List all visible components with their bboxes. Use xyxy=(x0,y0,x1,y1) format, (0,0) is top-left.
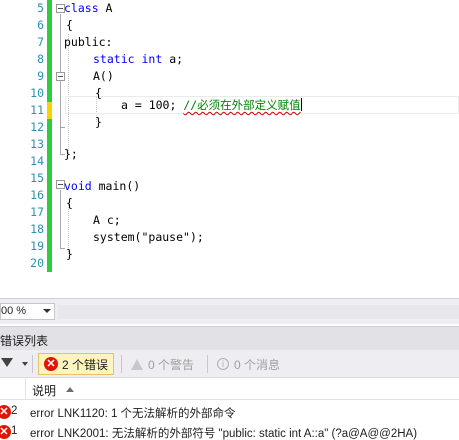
line-number: 9 xyxy=(37,69,44,83)
code-area[interactable]: class A { public: static int a; A() { a … xyxy=(54,0,459,298)
code-line-17: { xyxy=(66,196,73,210)
line-number: 19 xyxy=(30,239,44,253)
line-number: 8 xyxy=(37,52,44,66)
line-number: 11 xyxy=(30,103,44,117)
code-line-7: public: xyxy=(64,35,113,49)
call-end: ); xyxy=(189,230,204,244)
class-name: A xyxy=(98,1,113,15)
toolbar-separator xyxy=(121,355,122,373)
line-number: 14 xyxy=(30,154,44,168)
keyword-static: static xyxy=(93,52,135,66)
unsaved-change-marker xyxy=(47,102,52,119)
zoom-level: 00 % xyxy=(1,305,27,317)
code-line-5: class A xyxy=(64,0,112,17)
error-number: 1 xyxy=(11,425,18,437)
editor-status-row: 00 % xyxy=(0,298,459,324)
line-number: 18 xyxy=(30,222,44,236)
error-description: error LNK2001: 无法解析的外部符号 "public: static… xyxy=(30,428,418,440)
line-number: 6 xyxy=(37,18,44,32)
keyword-void: void xyxy=(64,179,92,193)
sort-ascending-icon xyxy=(66,387,74,392)
line-number: 7 xyxy=(37,35,44,49)
line-number: 13 xyxy=(30,137,44,151)
keyword-class: class xyxy=(64,1,99,15)
line-number: 17 xyxy=(30,205,44,219)
horizontal-scrollbar[interactable] xyxy=(58,305,459,319)
code-line-8: static int a; xyxy=(93,51,183,68)
line-number: 10 xyxy=(30,86,44,100)
error-list-header: 错误列表 xyxy=(0,326,459,350)
code-line-14: }; xyxy=(64,147,78,161)
text-caret xyxy=(300,98,302,111)
code-line-19: system("pause"); xyxy=(93,229,204,246)
column-header-index[interactable] xyxy=(0,378,26,400)
line-number: 20 xyxy=(30,256,44,270)
error-number: 2 xyxy=(11,405,18,417)
error-row[interactable]: ✕ 1 error LNK2001: 无法解析的外部符号 "public: st… xyxy=(0,422,459,440)
function-signature: main() xyxy=(91,179,141,193)
code-line-11: a = 100; //必须在外部定义赋值 xyxy=(121,97,302,114)
toolbar-separator xyxy=(32,355,33,373)
warnings-count-label: 0 个警告 xyxy=(148,357,195,372)
saved-change-marker xyxy=(47,119,52,272)
line-number: 12 xyxy=(30,120,44,134)
code-line-6: { xyxy=(66,18,73,32)
error-description: error LNK1120: 1 个无法解析的外部命令 xyxy=(30,408,236,420)
code-editor[interactable]: 5 6 7 8 9 10 11 12 13 14 15 16 17 18 19 … xyxy=(0,0,459,298)
line-number-gutter: 5 6 7 8 9 10 11 12 13 14 15 16 17 18 19 … xyxy=(10,0,46,298)
line-number: 16 xyxy=(30,188,44,202)
messages-count-label: 0 个消息 xyxy=(234,357,281,372)
error-icon: ✕ xyxy=(44,357,58,371)
code-line-10: { xyxy=(95,86,102,100)
code-line-20: } xyxy=(66,247,73,261)
function-call: system( xyxy=(93,230,142,244)
member-decl: a; xyxy=(162,52,184,66)
line-number: 15 xyxy=(30,171,44,185)
keyword-int: int xyxy=(141,52,163,66)
error-icon: ✕ xyxy=(0,425,11,439)
messages-filter-button[interactable]: i 0 个消息 xyxy=(212,353,285,375)
error-list-column-header: 说明 xyxy=(0,378,459,400)
change-tracking-bar xyxy=(47,0,52,298)
errors-count-label: 2 个错误 xyxy=(62,357,109,372)
info-icon: i xyxy=(217,358,229,370)
string-literal: "pause" xyxy=(141,230,190,244)
panel-title: 错误列表 xyxy=(0,334,49,348)
editor-left-margin xyxy=(0,0,10,298)
saved-change-marker xyxy=(47,0,52,102)
line-number: 5 xyxy=(37,1,44,15)
assignment-code: a = 100; xyxy=(121,98,184,112)
chevron-down-icon[interactable] xyxy=(22,362,28,366)
code-line-9: A() xyxy=(93,69,114,83)
warning-icon xyxy=(131,358,143,370)
code-line-16: void main() xyxy=(64,178,140,195)
chevron-down-icon xyxy=(43,309,51,313)
column-header-description[interactable]: 说明 xyxy=(32,382,56,399)
warnings-filter-button[interactable]: 0 个警告 xyxy=(126,353,199,375)
error-row[interactable]: ✕ 2 error LNK1120: 1 个无法解析的外部命令 xyxy=(0,402,459,422)
toolbar-separator xyxy=(207,355,208,373)
zoom-dropdown[interactable]: 00 % xyxy=(0,303,55,320)
error-icon: ✕ xyxy=(0,405,11,419)
errors-filter-button[interactable]: ✕ 2 个错误 xyxy=(38,353,115,375)
code-line-12: } xyxy=(95,115,102,129)
filter-icon[interactable] xyxy=(1,358,13,367)
code-line-18: A c; xyxy=(93,213,121,227)
code-comment: //必须在外部定义赋值 xyxy=(183,98,301,112)
error-list-toolbar: ✕ 2 个错误 0 个警告 i 0 个消息 xyxy=(0,350,459,378)
